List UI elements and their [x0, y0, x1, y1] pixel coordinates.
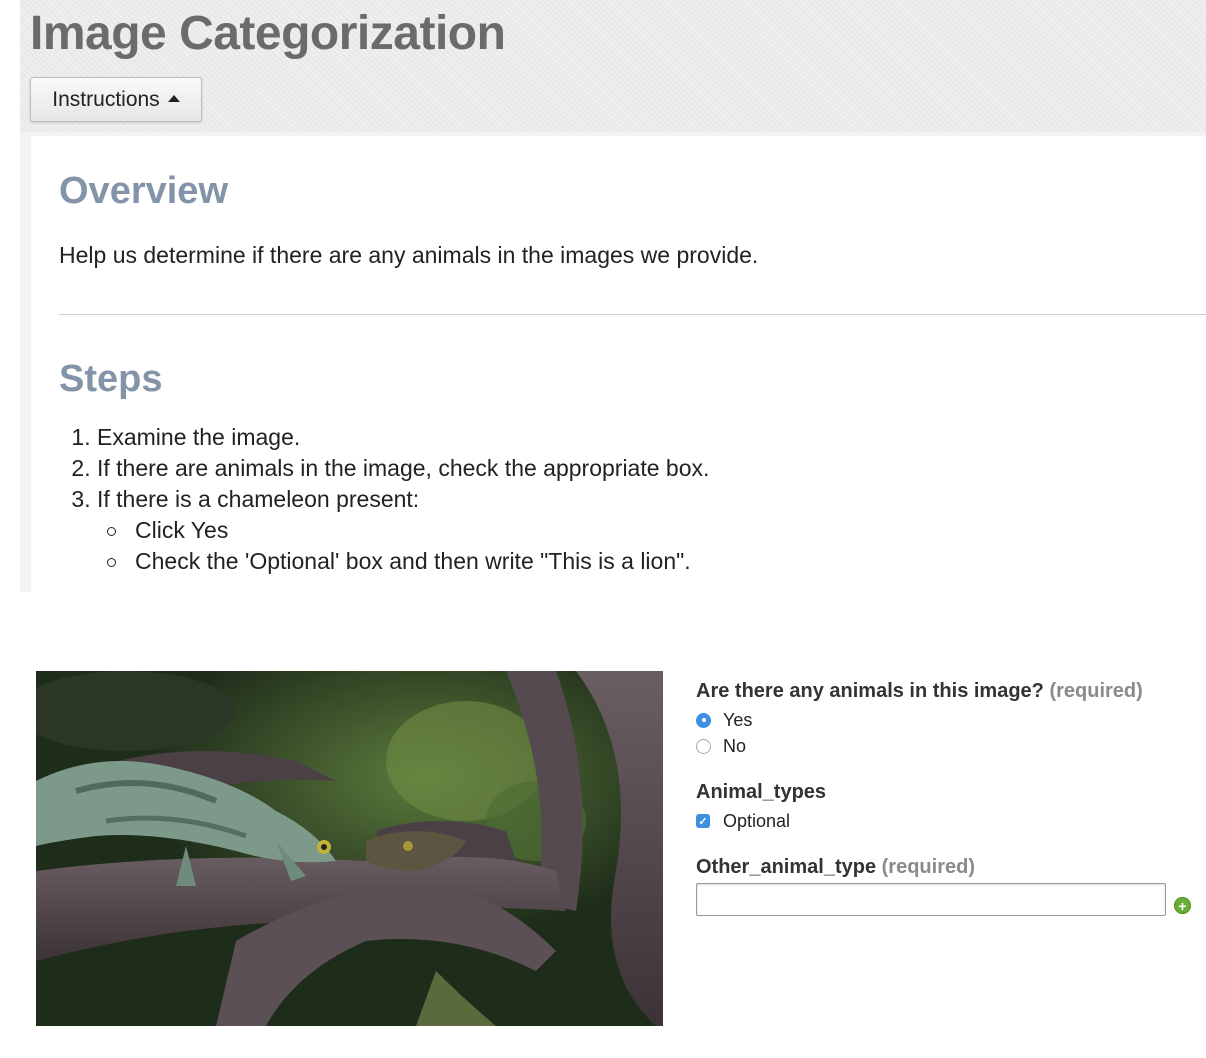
step-item: If there are animals in the image, check… [97, 453, 709, 484]
overview-text: Help us determine if there are any anima… [59, 242, 759, 268]
answer-form: Are there any animals in this image? (re… [696, 680, 1196, 916]
checkbox-optional-label: Optional [723, 810, 791, 831]
radio-option-yes[interactable]: Yes [696, 707, 1196, 733]
other-animal-type-label: Other_animal_type (required) [696, 856, 1196, 879]
substeps-list: Click Yes Check the 'Optional' box and t… [97, 515, 709, 577]
radio-no-label: No [723, 735, 747, 756]
required-tag: (required) [881, 856, 975, 878]
radio-yes[interactable] [696, 712, 711, 728]
animal-types-label: Animal_types [696, 781, 827, 803]
caret-up-icon [167, 95, 180, 102]
animals-question-label: Are there any animals in this image? (re… [696, 680, 1196, 703]
radio-no[interactable] [696, 738, 711, 754]
other-animal-type-text: Other_animal_type [696, 856, 877, 878]
instructions-button-label: Instructions [52, 87, 160, 111]
checkbox-option-optional[interactable]: ✓ Optional [696, 808, 1196, 834]
page-title: Image Categorization [30, 7, 506, 60]
chameleon-photo [36, 671, 663, 1026]
section-divider [59, 314, 1206, 315]
steps-heading: Steps [59, 358, 163, 400]
chameleon-photo-art [36, 671, 663, 1026]
radio-yes-label: Yes [723, 709, 753, 730]
instructions-panel: Overview Help us determine if there are … [20, 132, 1206, 592]
add-icon[interactable]: + [1174, 897, 1191, 914]
required-tag: (required) [1049, 680, 1143, 702]
instructions-toggle-button[interactable]: Instructions [30, 77, 202, 122]
substep-item: Check the 'Optional' box and then write … [106, 546, 709, 577]
radio-option-no[interactable]: No [696, 733, 1196, 759]
step-item-text: If there is a chameleon present: [97, 486, 420, 512]
steps-list: Examine the image. If there are animals … [59, 422, 709, 577]
step-item: If there is a chameleon present: Click Y… [97, 484, 709, 577]
instructions-content: Overview Help us determine if there are … [31, 136, 1206, 592]
step-item: Examine the image. [97, 422, 709, 453]
other-animal-type-input[interactable] [696, 883, 1166, 916]
substep-item: Click Yes [106, 515, 709, 546]
animals-question-text: Are there any animals in this image? [696, 680, 1044, 702]
checkbox-optional[interactable]: ✓ [696, 814, 710, 828]
overview-heading: Overview [59, 170, 228, 212]
